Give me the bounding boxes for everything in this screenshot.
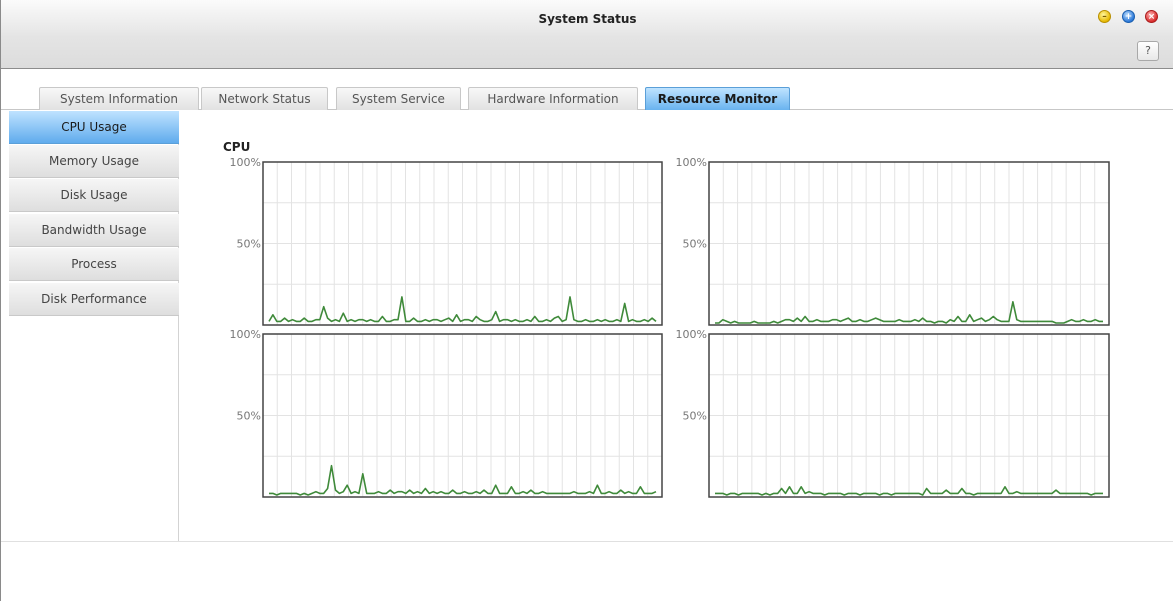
tab-label: Hardware Information: [487, 92, 619, 106]
cpu-chart-svg: 100% 50%: [230, 328, 663, 498]
cpu-chart-2: 100% 50%: [665, 155, 1111, 327]
cpu-chart-1: 100% 50%: [219, 155, 664, 327]
help-button[interactable]: ?: [1137, 41, 1159, 61]
tab-label: System Service: [352, 92, 445, 106]
sidebar-item-label: Bandwidth Usage: [41, 223, 147, 237]
cpu-chart-3: 100% 50%: [219, 327, 664, 499]
cpu-chart-svg: 100% 50%: [230, 156, 663, 326]
tab-label: Network Status: [218, 92, 311, 106]
y-tick-label: 100%: [676, 156, 707, 169]
maximize-icon[interactable]: +: [1122, 10, 1135, 23]
tab-system-information[interactable]: System Information: [39, 87, 199, 110]
tab-bar: System Information Network Status System…: [1, 70, 1173, 110]
minimize-icon[interactable]: –: [1098, 10, 1111, 23]
sidebar-item-label: Process: [71, 257, 117, 271]
footer-area: [1, 541, 1173, 601]
sidebar: CPU Usage Memory Usage Disk Usage Bandwi…: [1, 111, 179, 541]
cpu-chart-svg: 100% 50%: [676, 156, 1110, 326]
window-title: System Status: [538, 12, 637, 26]
sidebar-item-memory-usage[interactable]: Memory Usage: [9, 145, 179, 178]
y-tick-label: 50%: [683, 238, 707, 251]
tab-network-status[interactable]: Network Status: [201, 87, 328, 110]
section-title: CPU: [223, 140, 251, 154]
y-tick-label: 100%: [230, 156, 261, 169]
sidebar-item-cpu-usage[interactable]: CPU Usage: [9, 111, 179, 144]
sidebar-item-bandwidth-usage[interactable]: Bandwidth Usage: [9, 214, 179, 247]
cpu-chart-4: 100% 50%: [665, 327, 1111, 499]
tab-system-service[interactable]: System Service: [336, 87, 461, 110]
sidebar-item-disk-performance[interactable]: Disk Performance: [9, 283, 179, 316]
y-tick-label: 50%: [237, 238, 261, 251]
y-tick-label: 100%: [230, 328, 261, 341]
sidebar-item-label: Disk Usage: [60, 188, 128, 202]
tab-hardware-information[interactable]: Hardware Information: [468, 87, 638, 110]
close-icon[interactable]: ×: [1145, 10, 1158, 23]
title-bar: System Status – + × ?: [1, 0, 1173, 69]
sidebar-item-label: Memory Usage: [48, 154, 139, 168]
y-tick-label: 100%: [676, 328, 707, 341]
sidebar-item-label: CPU Usage: [61, 120, 127, 134]
sidebar-item-disk-usage[interactable]: Disk Usage: [9, 179, 179, 212]
y-tick-label: 50%: [683, 410, 707, 423]
sidebar-item-process[interactable]: Process: [9, 248, 179, 281]
system-status-window: System Status – + × ? System Information…: [0, 0, 1173, 601]
tab-label: System Information: [59, 92, 179, 106]
tab-resource-monitor[interactable]: Resource Monitor: [645, 87, 790, 110]
cpu-chart-svg: 100% 50%: [676, 328, 1110, 498]
sidebar-item-label: Disk Performance: [41, 292, 147, 306]
tab-label: Resource Monitor: [657, 92, 778, 106]
y-tick-label: 50%: [237, 410, 261, 423]
